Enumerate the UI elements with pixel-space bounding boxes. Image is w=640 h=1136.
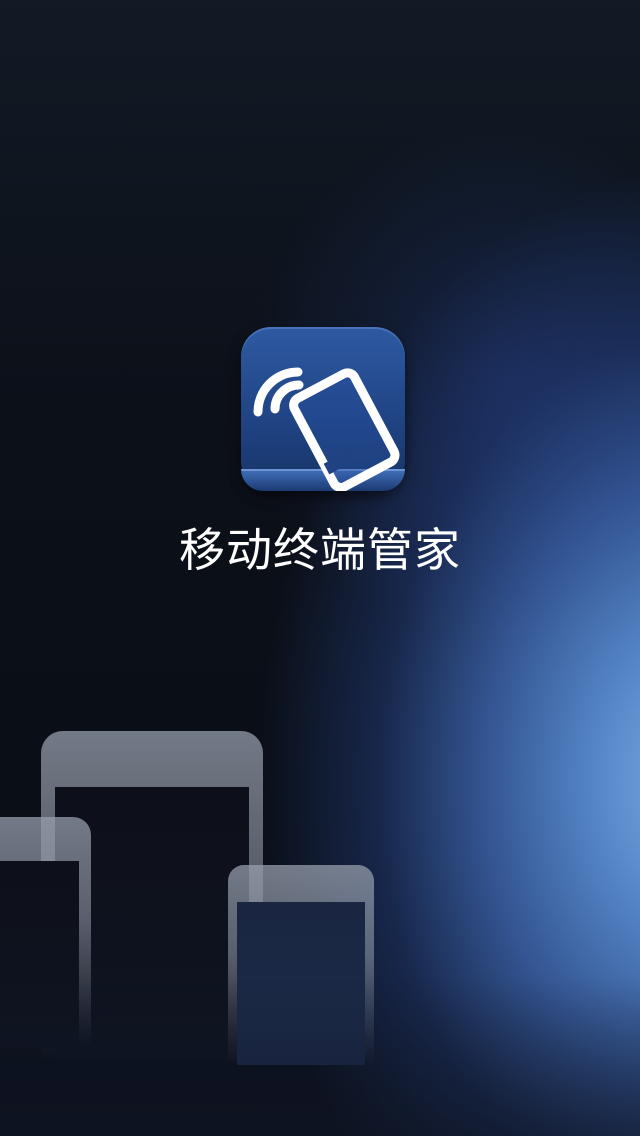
- bottom-fade: [0, 976, 640, 1136]
- phone-signal-icon: [253, 367, 400, 491]
- splash-screen: 移动终端管家: [0, 0, 640, 1136]
- app-title: 移动终端管家: [179, 523, 461, 577]
- app-icon: [241, 327, 405, 491]
